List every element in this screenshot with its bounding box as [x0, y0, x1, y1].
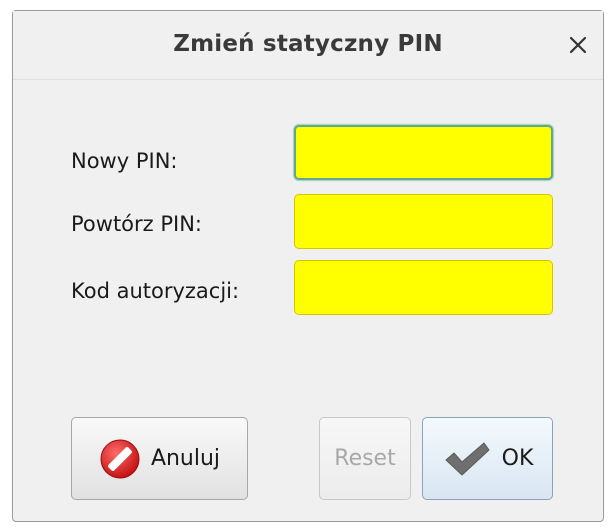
close-button[interactable]: [559, 27, 597, 63]
cancel-button-label: Anuluj: [150, 446, 221, 471]
ok-button-label: OK: [501, 446, 534, 471]
close-icon: [569, 36, 587, 54]
reset-button-label: Reset: [334, 446, 396, 471]
reset-button[interactable]: Reset: [319, 417, 411, 500]
ok-button[interactable]: OK: [422, 417, 553, 500]
cancel-button[interactable]: Anuluj: [71, 417, 248, 500]
cancel-icon: [99, 438, 141, 480]
dialog-title: Zmień statyczny PIN: [173, 31, 443, 57]
repeat-pin-label: Powtórz PIN:: [71, 212, 202, 236]
new-pin-label: Nowy PIN:: [71, 149, 178, 173]
auth-code-field[interactable]: [294, 260, 553, 315]
checkmark-icon: [442, 439, 492, 479]
dialog-titlebar: Zmień statyczny PIN: [13, 11, 603, 80]
repeat-pin-field[interactable]: [294, 194, 553, 249]
new-pin-field[interactable]: [294, 125, 553, 180]
auth-code-label: Kod autoryzacji:: [71, 279, 240, 303]
change-pin-dialog: Zmień statyczny PIN Nowy PIN: Powtórz PI…: [12, 10, 604, 522]
